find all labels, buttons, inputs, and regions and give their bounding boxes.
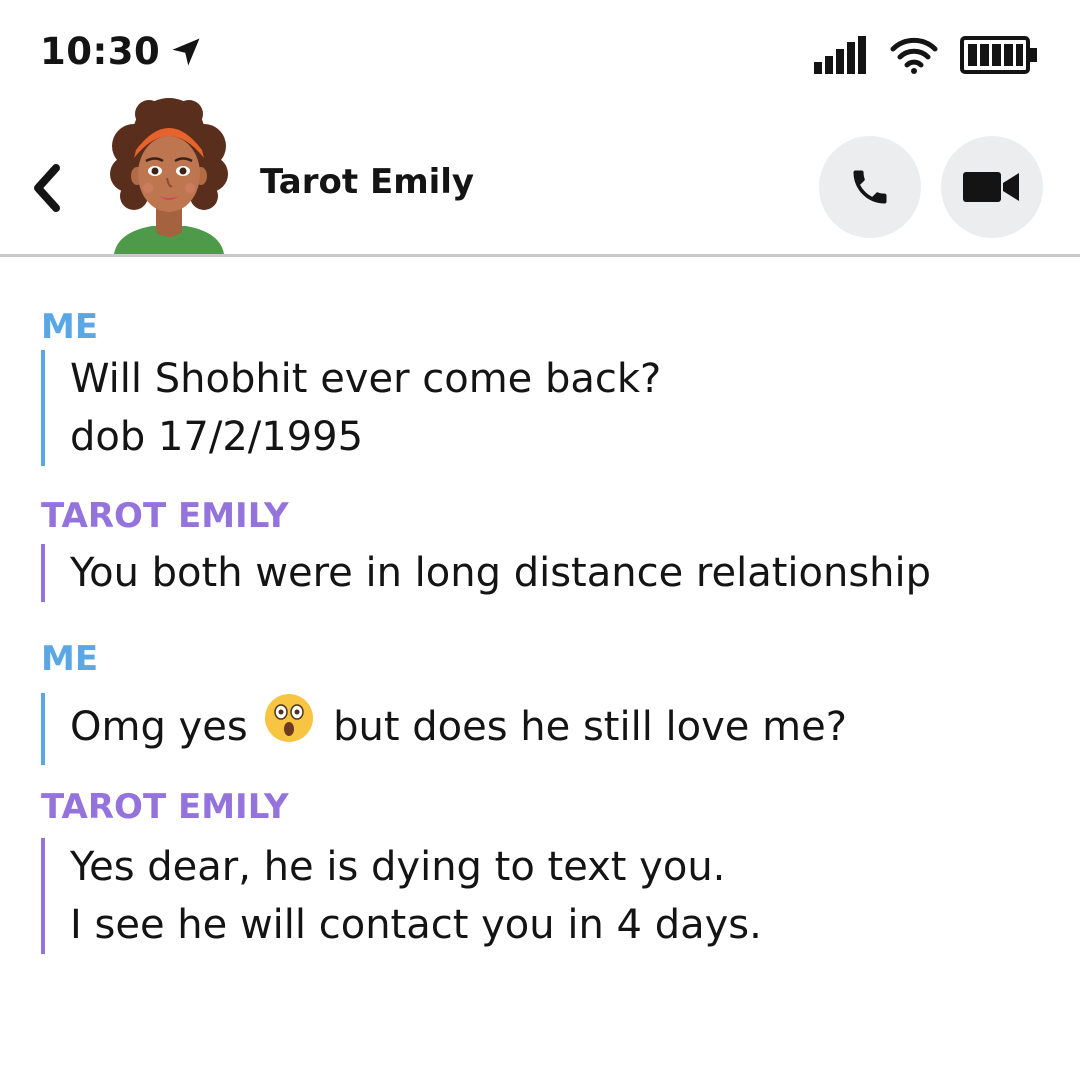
status-time: 10:30	[40, 30, 204, 73]
chevron-left-icon	[34, 164, 60, 212]
message-bubble: Omg yes but does he still love me?	[41, 693, 847, 765]
video-call-button[interactable]	[941, 136, 1043, 238]
message-bubble: Will Shobhit ever come back? dob 17/2/19…	[41, 350, 661, 466]
message-text: but does he still love me?	[333, 704, 847, 750]
contact-name: Tarot Emily	[260, 162, 475, 202]
sender-label: ME	[41, 639, 99, 679]
voice-call-button[interactable]	[819, 136, 921, 238]
message-bubble: Yes dear, he is dying to text you. I see…	[41, 838, 762, 954]
location-arrow-icon	[172, 38, 200, 65]
battery-icon	[960, 36, 1038, 78]
status-icons	[814, 36, 1038, 78]
message-bubble: You both were in long distance relations…	[41, 544, 931, 602]
chat-header: Tarot Emily	[0, 96, 1080, 257]
sender-label: ME	[41, 307, 99, 347]
sender-label: TAROT EMILY	[41, 787, 289, 827]
video-camera-icon	[963, 172, 1019, 202]
sender-label: TAROT EMILY	[41, 496, 289, 536]
message-line: You both were in long distance relations…	[70, 550, 932, 596]
message-line: Yes dear, he is dying to text you.	[70, 844, 726, 890]
message-line: I see he will contact you in 4 days.	[70, 902, 762, 948]
astonished-face-emoji-icon	[264, 693, 314, 759]
signal-icon	[814, 36, 868, 78]
time-label: 10:30	[40, 30, 161, 73]
message-line: Will Shobhit ever come back?	[70, 356, 662, 402]
phone-icon	[853, 170, 887, 204]
message-text: Omg yes	[70, 704, 248, 750]
wifi-icon	[890, 36, 938, 78]
avatar[interactable]	[104, 96, 234, 254]
back-button[interactable]	[28, 158, 68, 218]
message-line: dob 17/2/1995	[70, 414, 364, 460]
